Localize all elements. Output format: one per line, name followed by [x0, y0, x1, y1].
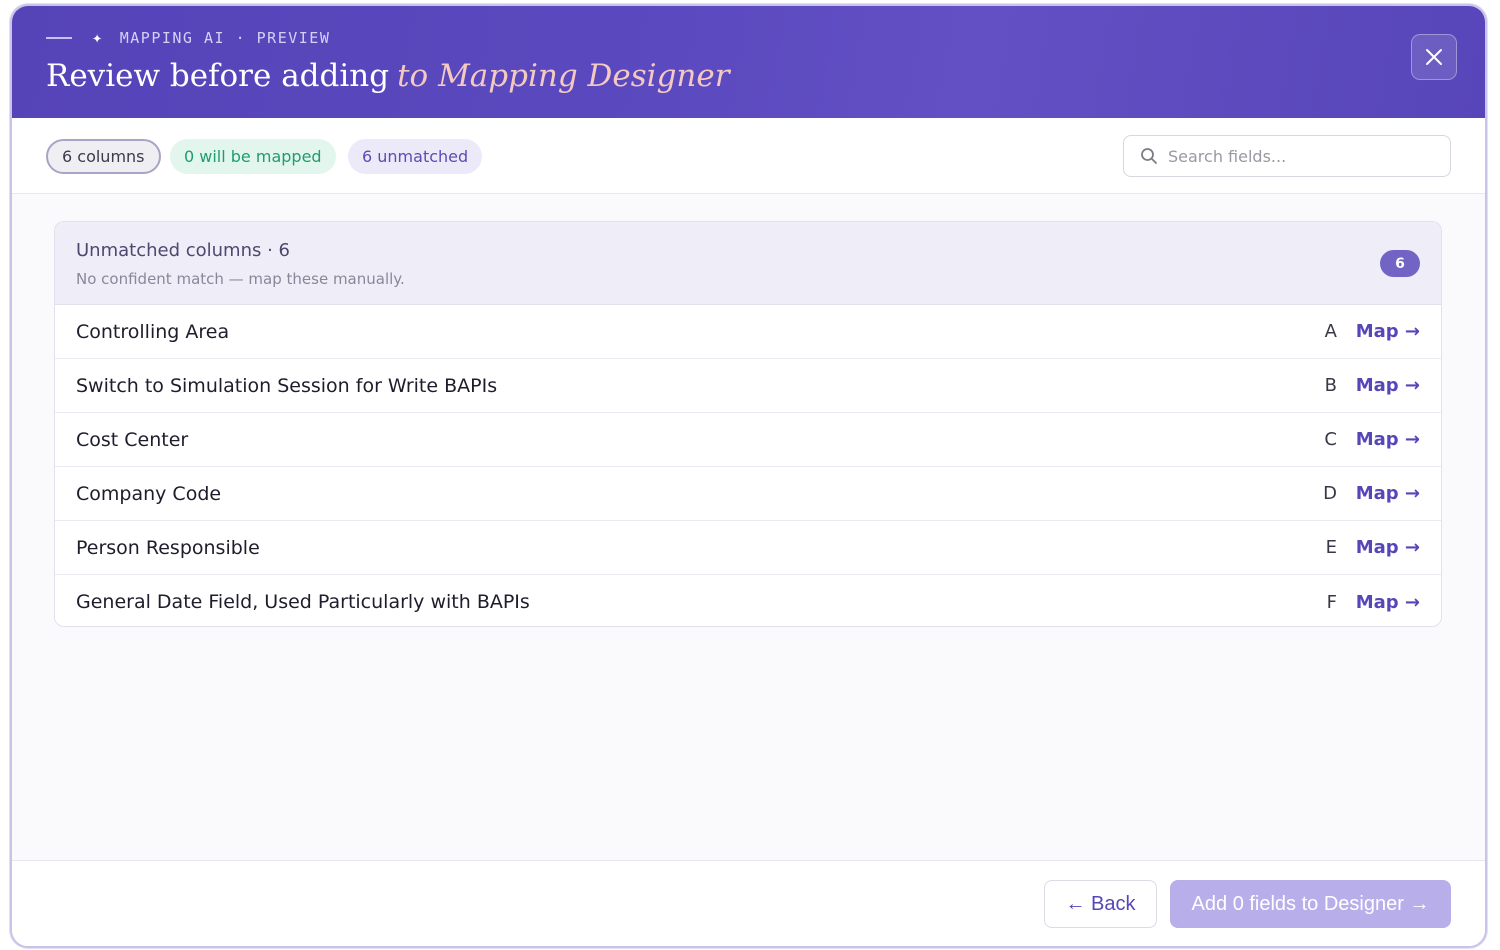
column-letter: A [1324, 321, 1337, 342]
search-icon [1141, 148, 1157, 164]
column-letter: E [1325, 537, 1337, 558]
unmatched-group: Unmatched columns · 6 No confident match… [54, 221, 1442, 627]
column-name: Cost Center [76, 428, 189, 451]
table-row: Switch to Simulation Session for Write B… [55, 359, 1441, 413]
eyebrow-dash [46, 37, 72, 39]
column-letter: B [1324, 375, 1337, 396]
map-link[interactable]: Map → [1356, 321, 1420, 342]
filter-pill-mapped[interactable]: 0 will be mapped [170, 139, 336, 174]
content-area: Unmatched columns · 6 No confident match… [12, 194, 1485, 860]
modal-footer: ← Back Add 0 fields to Designer → [12, 860, 1485, 946]
search-box[interactable] [1123, 135, 1451, 177]
table-row: Company Code D Map → [55, 467, 1441, 521]
column-name: General Date Field, Used Particularly wi… [76, 591, 530, 613]
title-main: Review before adding [46, 58, 390, 94]
eyebrow: ✦ MAPPING AI · PREVIEW [46, 28, 330, 48]
column-letter: F [1326, 591, 1337, 613]
search-input[interactable] [1168, 146, 1428, 166]
add-fields-button[interactable]: Add 0 fields to Designer → [1170, 880, 1451, 928]
table-row: Person Responsible E Map → [55, 521, 1441, 575]
map-link[interactable]: Map → [1356, 537, 1420, 558]
table-row: Controlling Area A Map → [55, 305, 1441, 359]
map-link[interactable]: Map → [1356, 375, 1420, 396]
column-letter: D [1323, 483, 1337, 504]
column-name: Company Code [76, 482, 222, 505]
table-row: Cost Center C Map → [55, 413, 1441, 467]
back-button[interactable]: ← Back [1044, 880, 1157, 928]
column-name: Controlling Area [76, 320, 230, 343]
map-link[interactable]: Map → [1356, 483, 1420, 504]
review-modal: ✦ MAPPING AI · PREVIEW Review before add… [10, 4, 1487, 948]
column-name: Person Responsible [76, 536, 260, 559]
close-button[interactable] [1411, 34, 1457, 80]
map-link[interactable]: Map → [1356, 592, 1420, 613]
sparkle-icon: ✦ [92, 28, 104, 48]
column-letter: C [1324, 429, 1337, 450]
group-header: Unmatched columns · 6 No confident match… [55, 222, 1441, 305]
title-accent: to Mapping Designer [397, 58, 730, 94]
eyebrow-label: MAPPING AI · PREVIEW [119, 29, 331, 47]
map-link[interactable]: Map → [1356, 429, 1420, 450]
summary-toolbar: 6 columns 0 will be mapped 6 unmatched [12, 118, 1485, 194]
modal-header: ✦ MAPPING AI · PREVIEW Review before add… [12, 6, 1485, 118]
table-row: General Date Field, Used Particularly wi… [55, 575, 1441, 626]
filter-pill-columns[interactable]: 6 columns [46, 139, 161, 174]
filter-pill-unmatched[interactable]: 6 unmatched [348, 139, 483, 174]
close-icon [1426, 49, 1442, 65]
page-title: Review before adding to Mapping Designer [46, 58, 730, 94]
group-title: Unmatched columns · 6 [76, 240, 290, 261]
column-name: Switch to Simulation Session for Write B… [76, 374, 498, 397]
group-subtitle: No confident match — map these manually. [76, 270, 405, 288]
count-badge: 6 [1380, 250, 1420, 277]
